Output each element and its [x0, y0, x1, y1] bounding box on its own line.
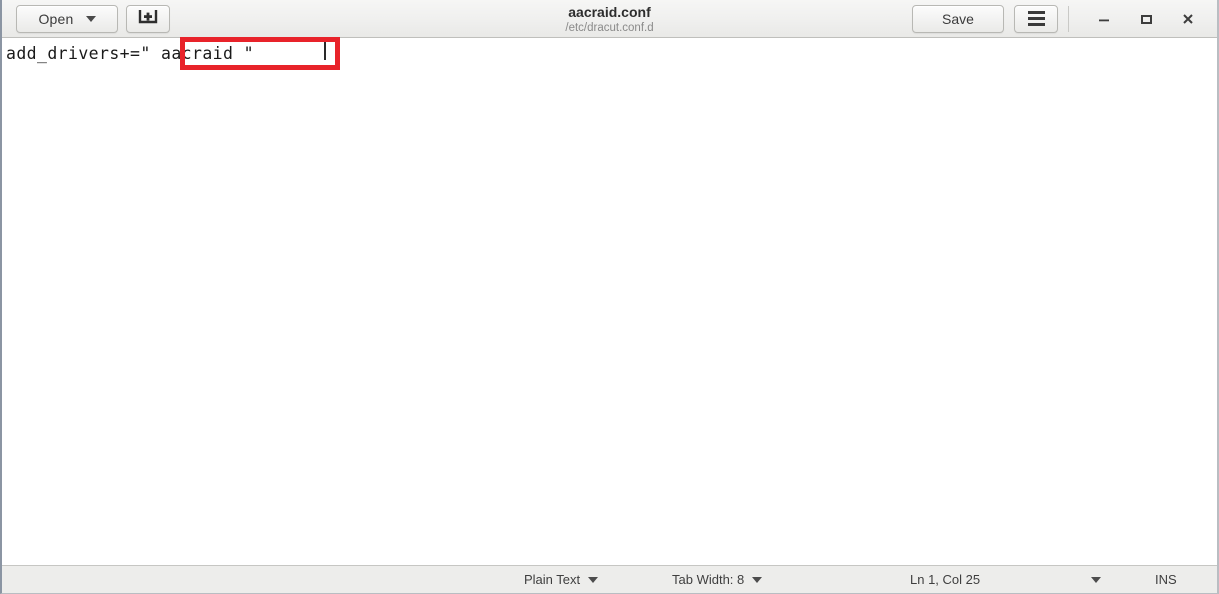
- new-document-button[interactable]: [126, 4, 170, 33]
- page-subtitle: /etc/dracut.conf.d: [565, 21, 654, 34]
- close-button[interactable]: [1167, 4, 1209, 34]
- open-button[interactable]: Open: [16, 4, 118, 33]
- chevron-down-icon: [1091, 576, 1101, 583]
- maximize-button[interactable]: [1125, 4, 1167, 34]
- language-label: Plain Text: [524, 572, 581, 587]
- insert-mode-label: INS: [1155, 572, 1177, 587]
- minimize-icon: [1096, 11, 1112, 27]
- save-button[interactable]: Save: [912, 4, 1004, 33]
- header-separator: [1068, 5, 1069, 32]
- chevron-down-icon: [752, 576, 763, 583]
- menu-button[interactable]: [1014, 4, 1058, 33]
- chevron-down-icon: [588, 576, 599, 583]
- tab-width-selector[interactable]: Tab Width: 8: [672, 566, 763, 593]
- cursor-position-label: Ln 1, Col 25: [910, 566, 980, 593]
- minimize-button[interactable]: [1083, 4, 1125, 34]
- maximize-icon: [1138, 11, 1154, 27]
- text-editor-window: Open aacraid.conf /etc/dracut.conf.d Sav…: [0, 0, 1219, 594]
- status-bar: Plain Text Tab Width: 8 Ln 1, Col 25 INS: [2, 565, 1217, 593]
- editor-text-area[interactable]: add_drivers+=" aacraid ": [2, 38, 1217, 565]
- page-title: aacraid.conf: [568, 3, 651, 20]
- header-right-controls: Save: [912, 4, 1217, 34]
- language-selector[interactable]: Plain Text: [524, 566, 599, 593]
- cursor-position-dropdown[interactable]: [1091, 566, 1101, 593]
- insert-mode-indicator[interactable]: INS: [1155, 566, 1177, 593]
- close-icon: [1180, 11, 1196, 27]
- header-left-controls: Open: [2, 4, 170, 33]
- open-button-label: Open: [38, 10, 74, 27]
- chevron-down-icon: [85, 15, 96, 22]
- text-cursor: [324, 39, 326, 60]
- header-bar: Open aacraid.conf /etc/dracut.conf.d Sav…: [2, 0, 1217, 38]
- hamburger-menu-icon: [1027, 11, 1045, 26]
- tab-width-label: Tab Width: 8: [672, 572, 745, 587]
- new-document-icon: [138, 8, 158, 29]
- editor-line-1: add_drivers+=" aacraid ": [6, 44, 255, 63]
- save-button-label: Save: [942, 10, 974, 27]
- cursor-position-text: Ln 1, Col 25: [910, 572, 981, 587]
